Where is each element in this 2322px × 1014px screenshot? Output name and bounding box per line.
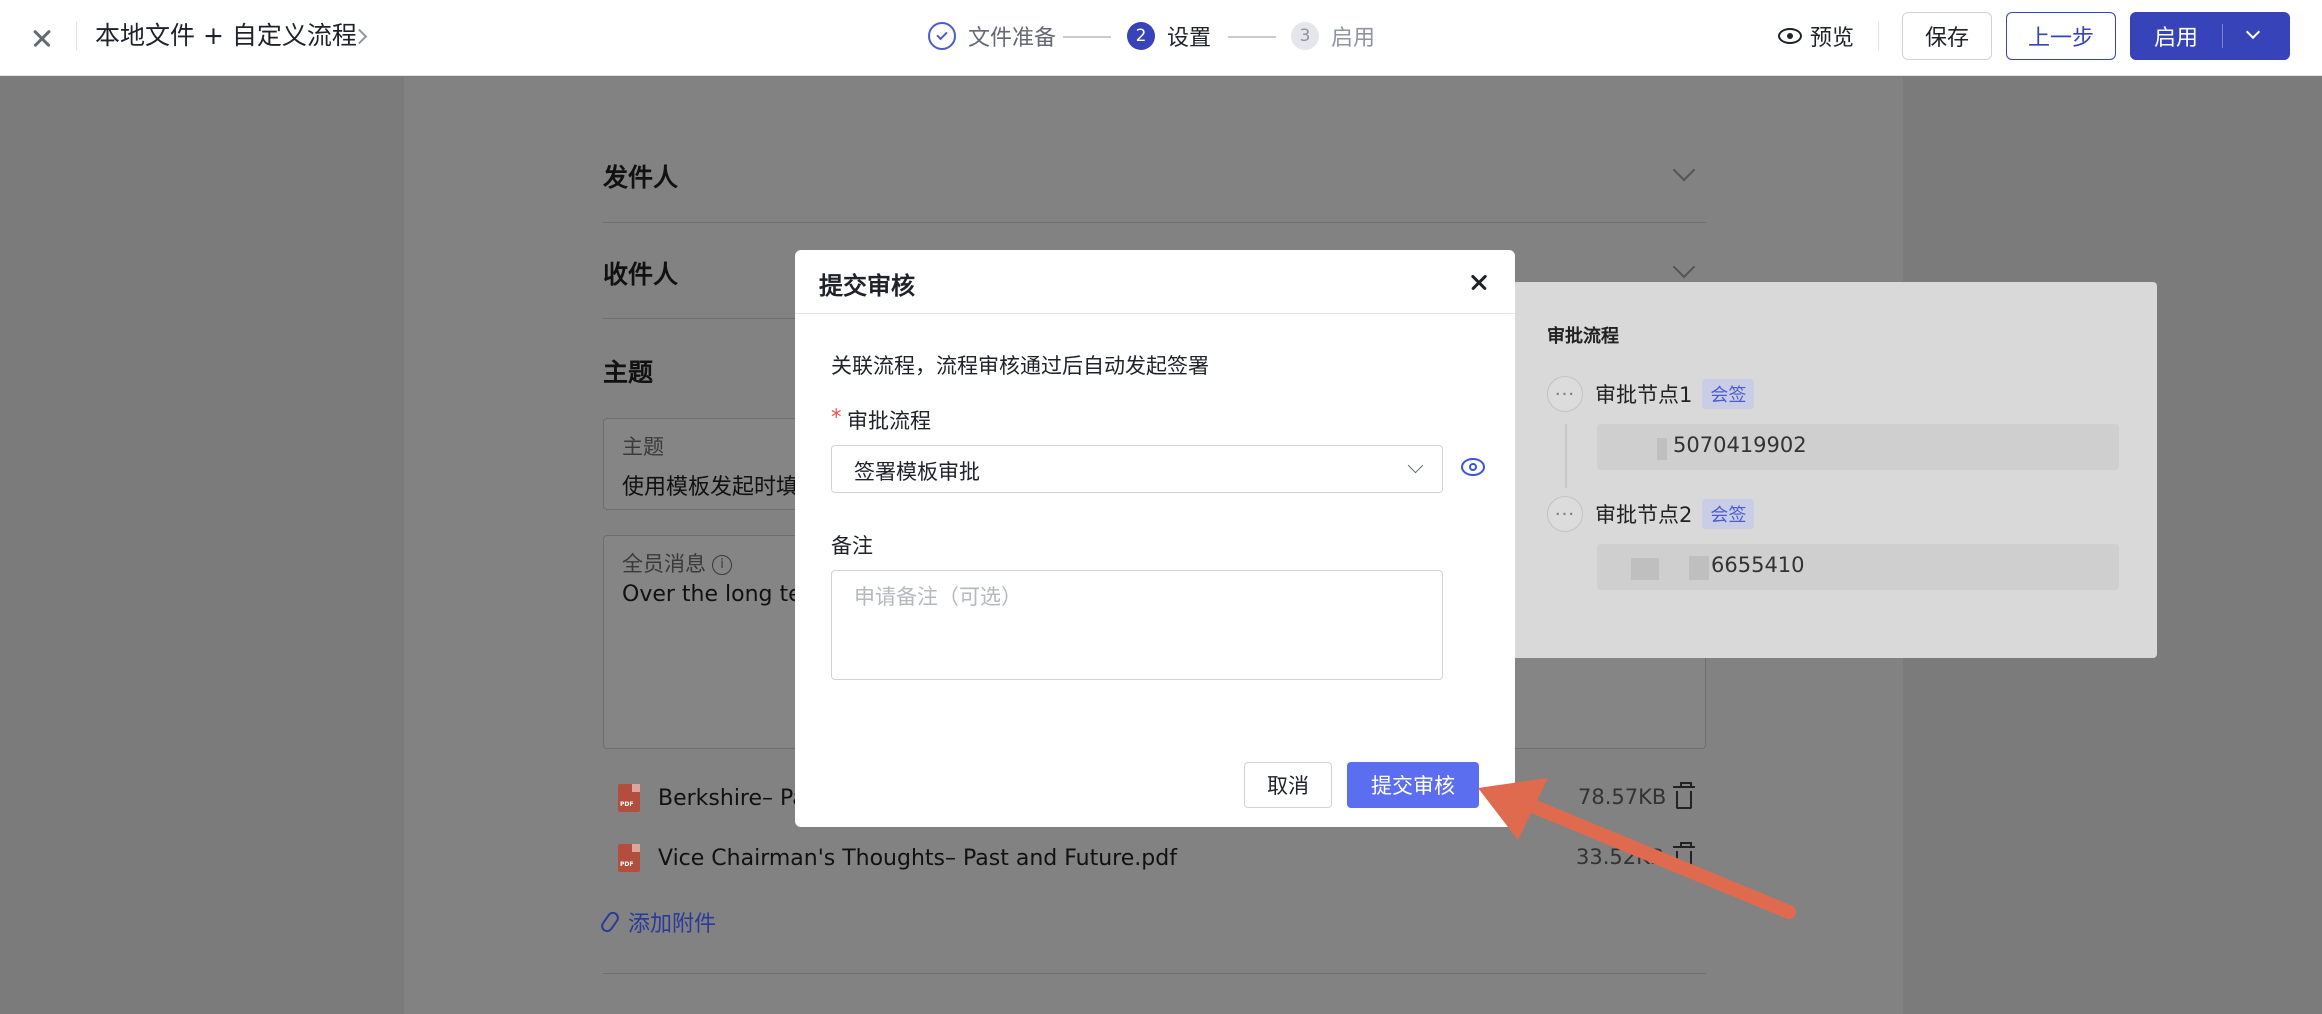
- dialog-header: 提交审核: [795, 250, 1515, 314]
- check-circle-icon: [928, 22, 956, 50]
- flow-member: 5070419902: [1597, 424, 2119, 470]
- section-recipient[interactable]: 收件人: [603, 255, 678, 291]
- step-enable: 3 启用: [1291, 20, 1375, 52]
- flow-label: 审批流程: [847, 409, 931, 433]
- section-sender[interactable]: 发件人: [603, 158, 678, 194]
- eye-icon: [1778, 28, 1802, 44]
- flow-node: ··· 审批节点1 会签: [1547, 376, 1755, 412]
- approval-flow-select[interactable]: 签署模板审批: [831, 445, 1443, 493]
- node-tag: 会签: [1702, 499, 1755, 529]
- step-connector: [1228, 36, 1276, 38]
- redaction: [1631, 558, 1659, 580]
- divider: [603, 222, 1706, 223]
- attachment-row[interactable]: PDF Vice Chairman's Thoughts– Past and F…: [618, 840, 1177, 876]
- dialog-title: 提交审核: [819, 272, 915, 300]
- more-icon: ···: [1547, 376, 1583, 412]
- step-number: 3: [1291, 22, 1319, 50]
- attachment-name[interactable]: Vice Chairman's Thoughts– Past and Futur…: [658, 846, 1177, 871]
- dialog-description: 关联流程，流程审核通过后自动发起签署: [831, 354, 1209, 378]
- page-background: [0, 77, 404, 1014]
- page-title: 本地文件 + 自定义流程: [95, 21, 357, 50]
- node-label: 审批节点2: [1595, 503, 1693, 527]
- flow-member: 6655410: [1597, 544, 2119, 590]
- add-attachment-link[interactable]: 添加附件: [598, 906, 717, 938]
- divider: [76, 22, 77, 50]
- node-label: 审批节点1: [1595, 383, 1693, 407]
- note-textarea[interactable]: [831, 570, 1443, 680]
- previous-step-button[interactable]: 上一步: [2006, 12, 2116, 60]
- required-mark: *: [831, 405, 842, 429]
- divider: [2222, 24, 2223, 48]
- chevron-right-icon[interactable]: [348, 22, 376, 50]
- close-icon[interactable]: [1463, 266, 1495, 298]
- member-id: 6655410: [1711, 553, 1805, 577]
- cancel-button[interactable]: 取消: [1244, 762, 1332, 808]
- top-bar: 本地文件 + 自定义流程 文件准备 2 设置 3 启用 预览 保存 上一步 启用: [0, 0, 2322, 76]
- step-file-prep: 文件准备: [928, 20, 1056, 52]
- note-label: 备注: [831, 534, 873, 558]
- eye-icon[interactable]: [1461, 458, 1485, 476]
- trash-icon[interactable]: [1673, 842, 1695, 869]
- close-icon[interactable]: [22, 18, 62, 58]
- flow-node: ··· 审批节点2 会签: [1547, 496, 1755, 532]
- enable-button[interactable]: 启用: [2130, 12, 2290, 60]
- step-settings: 2 设置: [1127, 20, 1211, 52]
- add-attachment-label: 添加附件: [628, 912, 717, 937]
- section-subject: 主题: [603, 358, 654, 387]
- flow-panel-title: 审批流程: [1547, 326, 1619, 347]
- divider: [603, 973, 1706, 974]
- flow-connector: [1565, 424, 1567, 488]
- preview-button[interactable]: 预览: [1778, 18, 1854, 54]
- trash-icon[interactable]: [1673, 782, 1695, 809]
- field-label: 全员消息 i: [622, 548, 732, 578]
- approval-flow-preview: 审批流程 ··· 审批节点1 会签 5070419902 ··· 审批节点2 会…: [1507, 282, 2157, 658]
- redaction: [1689, 556, 1709, 580]
- attachment-size: 33.52KB: [1576, 845, 1665, 869]
- step-connector: [1063, 36, 1111, 38]
- select-value: 签署模板审批: [854, 460, 980, 484]
- node-tag: 会签: [1702, 379, 1755, 409]
- enable-label: 启用: [2154, 26, 2199, 51]
- preview-label: 预览: [1810, 26, 1855, 51]
- chevron-down-icon[interactable]: [2245, 24, 2261, 40]
- attachment-size: 78.57KB: [1578, 785, 1667, 809]
- step-label: 设置: [1167, 26, 1212, 51]
- pdf-icon: PDF: [618, 784, 640, 812]
- step-number: 2: [1127, 22, 1155, 50]
- divider: [1878, 22, 1879, 50]
- field-label: 主题: [622, 435, 664, 459]
- info-icon[interactable]: i: [712, 555, 732, 575]
- step-label: 启用: [1331, 26, 1376, 51]
- pdf-icon: PDF: [618, 844, 640, 872]
- more-icon: ···: [1547, 496, 1583, 532]
- redaction: [1657, 438, 1667, 460]
- save-button[interactable]: 保存: [1902, 12, 1992, 60]
- step-label: 文件准备: [968, 26, 1057, 51]
- member-id: 5070419902: [1673, 433, 1807, 457]
- submit-review-button[interactable]: 提交审核: [1347, 762, 1479, 808]
- submit-review-dialog: 提交审核 关联流程，流程审核通过后自动发起签署 * 审批流程 签署模板审批 备注…: [795, 250, 1515, 827]
- chevron-down-icon: [1407, 457, 1424, 474]
